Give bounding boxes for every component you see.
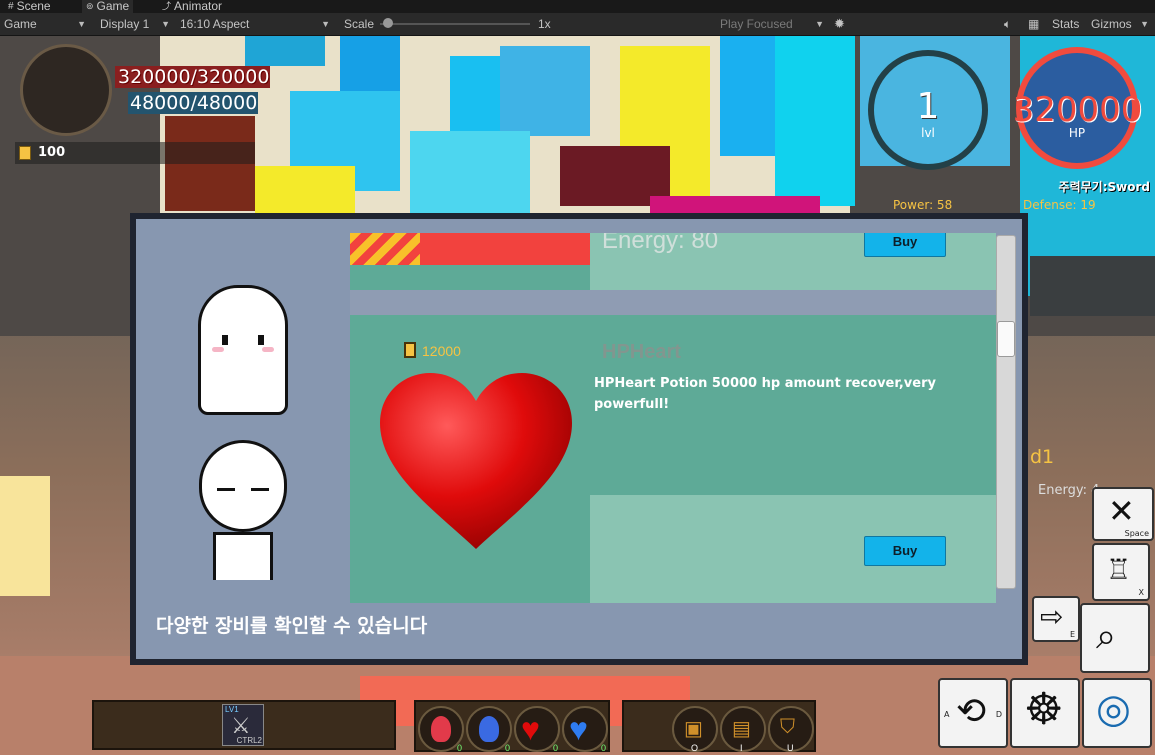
hp-label: HP [1068,126,1086,140]
item-name: HPHeart [602,341,681,363]
gizmos-dropdown[interactable]: Gizmos ▼ [1091,16,1153,32]
cube-rotate-icon: ⟲ [956,690,987,731]
scrollbar-thumb[interactable] [997,321,1015,357]
steering-button[interactable]: ☸ [1010,678,1080,748]
gamepad-icon: ⊚ [86,1,94,11]
gold-text: 100 [38,145,66,160]
item-banner [350,233,590,265]
hp-value: 320000 [1012,90,1143,130]
orbit-icon: ◎ [1096,687,1131,731]
coin-icon [19,146,31,160]
character-portrait-girl [188,265,298,415]
scale-label: Scale [344,17,375,31]
orbit-camera-button[interactable]: ◎ [1082,678,1152,748]
level-label: lvl [921,126,935,140]
editor-tab-bar: # Scene ⊚ Game ⤴ Animator [0,0,1155,13]
chevron-down-icon: ▼ [321,19,330,29]
arrow-right-icon: ⇨ [1040,601,1064,632]
pixel-block [775,36,855,206]
slider-thumb[interactable] [382,18,393,28]
view-dropdown[interactable]: Game ▼ [4,16,90,32]
scale-value: 1x [538,17,551,31]
shop-scrollbar[interactable] [996,235,1016,589]
potion-hotbar: 0 0 ♥ 0 ♥ 0 [414,700,610,753]
chevron-down-icon: ▼ [161,19,170,29]
side-energy: Energy: 4 [1038,483,1100,498]
potion-slot-heart[interactable]: ♥ 0 [514,706,560,753]
speaker-icon[interactable]: 🔈︎ [1004,16,1011,32]
helm-icon: ☸ [1024,685,1064,734]
pixel-block [245,36,325,66]
slider-track [380,23,530,25]
interact-button[interactable]: ⇨ E [1032,596,1080,642]
grid-icon: # [8,1,14,12]
blue-heart-icon: ♥ [569,711,588,747]
shop-caption: 다양한 장비를 확인할 수 있습니다 [156,615,428,637]
buy-button[interactable]: Buy [864,536,946,566]
tab-animator[interactable]: ⤴ Animator [158,0,226,13]
pixel-block [340,36,400,91]
tab-game[interactable]: ⊚ Game [82,0,134,13]
shop-item: Energy: 80 Buy [350,233,996,290]
quest-book-button[interactable]: ▣ O [672,706,718,753]
item-price: 12000 [422,343,461,359]
coin-icon [404,342,416,358]
zoom-move-button[interactable]: ⌕ [1080,603,1150,673]
level-value: 1 [916,86,940,127]
dark-wall [1030,256,1155,316]
defense-stat: Defense: 19 [1023,198,1096,212]
grid-stats-icon[interactable]: ▦ [1028,16,1039,32]
shop-item: 12000 HPHeart HPHeart Potion 50000 hp am… [350,315,996,603]
book-icon: ▣ [684,718,703,740]
bug-icon[interactable]: ✹ [834,16,845,32]
climb-icon: ♖ [1106,554,1132,585]
animator-icon: ⤴ [162,1,172,11]
chevron-down-icon: ▼ [815,19,824,29]
potion-slot-blue[interactable]: 0 [466,706,512,753]
scale-slider[interactable] [380,16,530,32]
mp-text: 48000/48000 [130,92,258,114]
potion-slot-red[interactable]: 0 [418,706,464,753]
jump-icon: ✕ [1108,493,1135,529]
chevron-down-icon: ▼ [77,19,86,29]
heart-icon [380,373,572,549]
stats-button[interactable]: Stats [1052,16,1079,32]
weapon-label: 주력무기:Sword [1058,180,1150,194]
pixel-block [410,131,530,216]
sword-slot[interactable]: LV1 ⚔ CTRL2 [222,704,264,746]
zoom-icon: ⌕ [1096,615,1117,656]
aspect-dropdown[interactable]: 16:10 Aspect ▼ [180,16,334,32]
menu-hotbar: ▣ O ▤ I ⛉ U [622,700,816,753]
tab-scene[interactable]: # Scene [4,0,55,13]
pixel-block [500,46,590,136]
inventory-button[interactable]: ▤ I [720,706,766,753]
jump-button[interactable]: ✕ Space [1092,487,1154,541]
display-dropdown[interactable]: Display 1 ▼ [100,16,174,32]
game-view-toolbar: Game ▼ Display 1 ▼ 16:10 Aspect ▼ Scale 1x … [0,13,1155,36]
climb-button[interactable]: ♖ X [1092,543,1150,601]
item-energy: Energy: 80 [602,233,719,254]
potion-slot-blue-heart[interactable]: ♥ 0 [562,706,608,753]
weapon-hotbar: LV1 ⚔ CTRL2 [92,700,396,750]
shop-item-list[interactable]: Energy: 80 Buy 12000 HPHeart HPHeart Pot… [350,233,996,603]
pixel-block [720,36,780,156]
chest-icon: ▤ [732,718,751,740]
side-name: d1 [1030,446,1055,468]
power-stat: Power: 58 [893,198,953,212]
item-description: HPHeart Potion 50000 hp amount recover,v… [594,376,936,412]
chevron-down-icon: ▼ [1140,19,1149,29]
rotate-camera-button[interactable]: ⟲ A D [938,678,1008,748]
stair-block [0,476,50,596]
hp-text: 320000/320000 [118,66,270,88]
character-portrait-sleeping [195,440,291,580]
equipment-button[interactable]: ⛉ U [768,706,814,753]
shield-icon: ⛉ [780,716,795,738]
heart-icon: ♥ [521,711,540,747]
play-mode-dropdown[interactable]: Play Focused ▼ [720,16,828,32]
avatar-frame [20,44,112,136]
buy-button[interactable]: Buy [864,233,946,257]
